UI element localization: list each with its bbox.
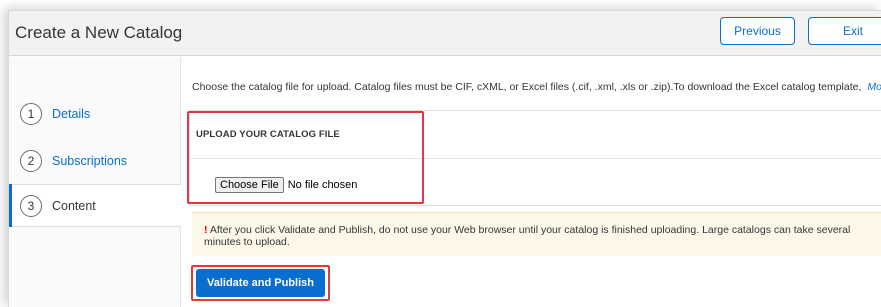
step-subscriptions[interactable]: 2 Subscriptions [9, 139, 181, 182]
page-title: Create a New Catalog [15, 23, 183, 42]
step-number-circle: 2 [20, 149, 42, 172]
upload-heading: UPLOAD YOUR CATALOG FILE [196, 129, 340, 140]
warning-icon: ! [204, 224, 208, 236]
upload-section: UPLOAD YOUR CATALOG FILE Choose File No … [189, 110, 881, 206]
upload-warning: ! After you click Validate and Publish, … [192, 212, 881, 256]
instructions-text: Choose the catalog file for upload. Cata… [192, 81, 862, 93]
choose-file-button[interactable]: Choose File [215, 177, 284, 193]
step-number-circle: 1 [20, 102, 42, 125]
validate-and-publish-button[interactable]: Validate and Publish [196, 269, 325, 297]
wizard-steps-nav: 1 Details 2 Subscriptions 3 Content [9, 57, 181, 307]
more-link[interactable]: Mor [867, 81, 881, 93]
step-content[interactable]: 3 Content [9, 184, 181, 227]
exit-button[interactable]: Exit [808, 17, 881, 45]
step-label: Subscriptions [52, 153, 128, 168]
file-input[interactable]: Choose File No file chosen [215, 177, 357, 193]
step-label: Details [52, 106, 91, 121]
step-number-circle: 3 [20, 194, 42, 217]
step-details[interactable]: 1 Details [9, 92, 181, 135]
upload-heading-row: UPLOAD YOUR CATALOG FILE [190, 111, 881, 159]
wizard-header: Create a New Catalog Previous Exit [9, 11, 881, 56]
step-label: Content [52, 198, 96, 213]
file-status-text: No file chosen [287, 179, 358, 191]
catalog-wizard-window: Create a New Catalog Previous Exit 1 Det… [8, 10, 881, 307]
upload-instructions: Choose the catalog file for upload. Cata… [192, 81, 881, 93]
warning-text: After you click Validate and Publish, do… [204, 224, 851, 248]
previous-button[interactable]: Previous [720, 17, 795, 45]
